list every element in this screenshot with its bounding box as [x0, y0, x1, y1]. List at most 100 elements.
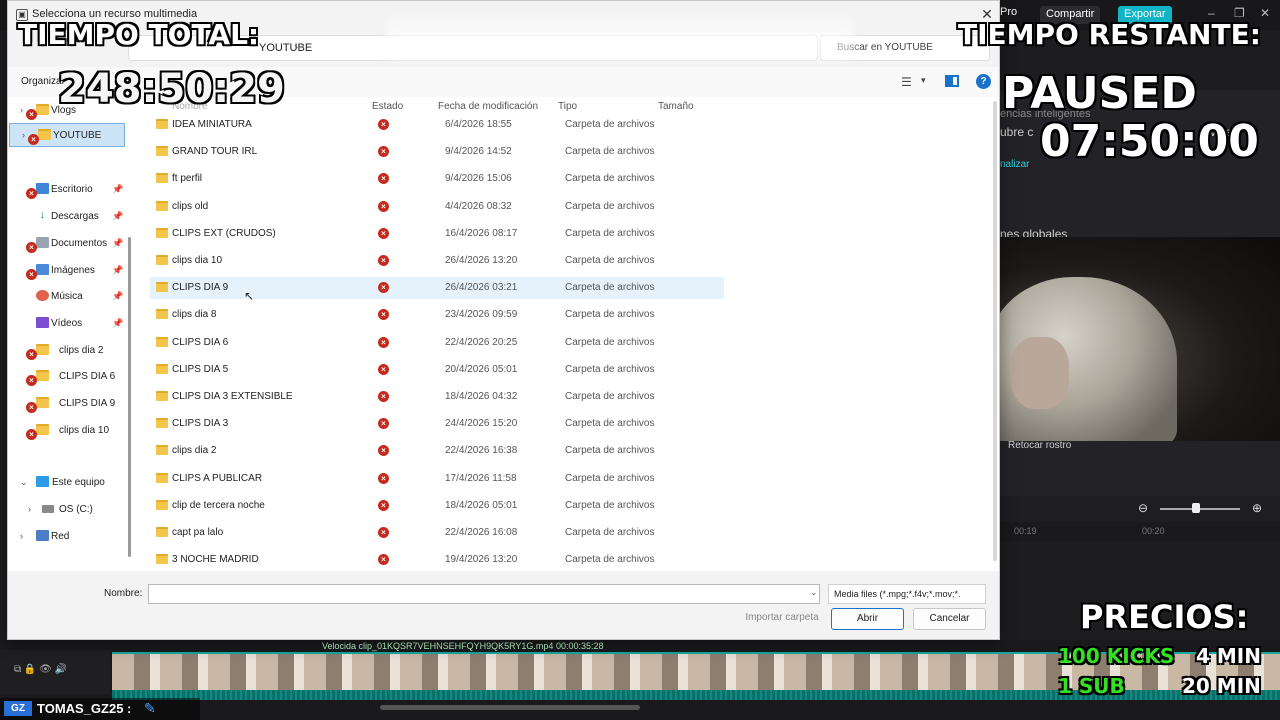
file-row[interactable]: clips dia 8 × 23/4/2026 09:59 Carpeta de ar… — [150, 304, 724, 326]
analyze-link[interactable]: nalizar — [1000, 159, 1029, 170]
file-row[interactable]: clips dia 10 × 26/4/2026 13:20 Carpeta de a… — [150, 250, 724, 272]
nav-item-documents[interactable]: × Documentos 📌 — [8, 232, 124, 256]
nav-item-clips-dia-2[interactable]: × clips dia 2 — [8, 339, 124, 363]
file-type-filter[interactable]: Media files (*.mpg;*.f4v;*.mov;*. — [828, 584, 986, 604]
chevron-down-icon[interactable]: ▾ — [921, 75, 926, 86]
file-date: 18/4/2026 04:32 — [445, 391, 518, 402]
file-row[interactable]: capt pa lalo × 22/4/2026 16:08 Carpeta de a… — [150, 522, 724, 544]
file-row[interactable]: CLIPS DIA 5 × 20/4/2026 05:01 Carpeta de ar… — [150, 359, 724, 381]
nav-item-this-pc[interactable]: ⌄ Este equipo — [8, 471, 124, 495]
zoom-slider[interactable] — [1160, 508, 1240, 510]
nav-item-label: Descargas — [51, 211, 99, 222]
sync-error-icon: × — [378, 119, 389, 130]
open-button[interactable]: Abrir — [831, 608, 904, 630]
close-icon[interactable]: ✕ — [1260, 6, 1270, 20]
total-time-value: 248:50:29 — [58, 66, 285, 112]
pin-icon[interactable]: 📌 — [112, 184, 123, 195]
file-type-filter-value: Media files (*.mpg;*.f4v;*.mov;*. — [834, 589, 961, 599]
file-row[interactable]: CLIPS EXT (CRUDOS) × 16/4/2026 08:17 Carpet… — [150, 223, 724, 245]
file-date: 26/4/2026 13:20 — [445, 255, 518, 266]
timeline-scrollbar[interactable] — [380, 705, 640, 710]
file-date: 4/4/2026 08:32 — [445, 201, 512, 212]
nav-item-label: Este equipo — [52, 477, 105, 488]
file-row[interactable]: CLIPS DIA 3 × 24/4/2026 15:20 Carpeta de ar… — [150, 413, 724, 435]
ruler-tick: 00:19 — [1014, 526, 1037, 536]
total-time-label: TIEMPO TOTAL: — [18, 18, 260, 51]
preview-pane-icon[interactable] — [945, 75, 959, 87]
file-date: 17/4/2026 11:58 — [445, 473, 517, 484]
nav-item-desktop[interactable]: × Escritorio 📌 — [8, 178, 124, 202]
nav-item-network[interactable]: › Red — [8, 525, 124, 549]
folder-icon — [36, 397, 49, 408]
zoom-in-icon[interactable]: ⊕ — [1252, 501, 1262, 515]
chevron-right-icon[interactable]: › — [20, 531, 23, 541]
file-type: Carpeta de archivos — [565, 228, 655, 239]
file-name: ft perfil — [172, 173, 203, 184]
nav-item-label: Documentos — [51, 238, 108, 249]
nav-item-downloads[interactable]: ↓ Descargas 📌 — [8, 205, 124, 229]
folder-icon — [36, 370, 49, 381]
column-size[interactable]: Tamaño — [658, 101, 694, 112]
sync-error-icon: × — [378, 554, 389, 565]
column-type[interactable]: Tipo — [558, 101, 577, 112]
file-list-scrollbar[interactable] — [993, 101, 997, 561]
track-controls-icon[interactable]: ⧉ 🔒 👁 🔊 — [14, 664, 67, 675]
nav-item-os-drive[interactable]: › OS (C:) — [8, 498, 124, 522]
cancel-button[interactable]: Cancelar — [913, 608, 986, 630]
file-row[interactable]: ft perfil × 9/4/2026 15:06 Carpeta de archi… — [150, 168, 724, 190]
chevron-right-icon[interactable]: › — [20, 105, 23, 115]
chevron-down-icon[interactable]: ⌄ — [810, 587, 818, 598]
file-row[interactable]: CLIPS DIA 6 × 22/4/2026 20:25 Carpeta de ar… — [150, 332, 724, 354]
help-icon[interactable]: ? — [976, 74, 991, 89]
chevron-right-icon[interactable]: › — [28, 504, 31, 514]
sync-error-icon: × — [378, 500, 389, 511]
nav-item-videos[interactable]: Vídeos 📌 — [8, 312, 124, 336]
column-modified[interactable]: Fecha de modificación — [438, 101, 538, 112]
nav-item-youtube[interactable]: › × YOUTUBE — [9, 123, 125, 147]
file-row[interactable]: CLIPS A PUBLICAR × 17/4/2026 11:58 Carpeta … — [150, 468, 724, 490]
nav-item-label: Imágenes — [51, 265, 95, 276]
column-status[interactable]: Estado — [372, 101, 403, 112]
file-row[interactable]: clip de tercera noche × 18/4/2026 05:01 Car… — [150, 495, 724, 517]
nav-item-label: OS (C:) — [59, 504, 93, 515]
file-row[interactable]: CLIPS DIA 3 EXTENSIBLE × 18/4/2026 04:32 Ca… — [150, 386, 724, 408]
pin-icon[interactable]: 📌 — [112, 238, 123, 249]
zoom-out-icon[interactable]: ⊖ — [1138, 501, 1148, 515]
zoom-slider-handle[interactable] — [1192, 503, 1200, 513]
sync-error-icon: × — [378, 337, 389, 348]
chevron-down-icon[interactable]: ⌄ — [20, 477, 28, 488]
view-options-icon[interactable]: ☰ — [901, 75, 912, 89]
chevron-right-icon[interactable]: › — [294, 40, 298, 54]
file-row[interactable]: clips dia 2 × 22/4/2026 16:38 Carpeta de ar… — [150, 440, 724, 462]
file-date: 23/4/2026 09:59 — [445, 309, 518, 320]
file-type: Carpeta de archivos — [565, 173, 655, 184]
nav-scrollbar[interactable] — [128, 237, 131, 557]
nav-item-clips-dia-9[interactable]: × CLIPS DIA 9 — [8, 392, 124, 416]
folder-icon — [156, 119, 168, 129]
file-row[interactable]: clips old × 4/4/2026 08:32 Carpeta de archi… — [150, 196, 724, 218]
file-name: CLIPS DIA 3 EXTENSIBLE — [172, 391, 293, 402]
pro-badge[interactable]: Pro — [1000, 6, 1017, 18]
retouch-face-label[interactable]: Retocar rostro — [1008, 440, 1071, 451]
breadcrumb[interactable]: YOUTUBE — [259, 42, 312, 54]
import-folder-button[interactable]: Importar carpeta — [736, 608, 828, 630]
file-name-input[interactable] — [148, 584, 820, 604]
pin-icon[interactable]: 📌 — [112, 211, 123, 222]
nav-item-clips-dia-6[interactable]: × CLIPS DIA 6 — [8, 365, 124, 389]
file-row[interactable]: GRAND TOUR IRL × 9/4/2026 14:52 Carpeta de … — [150, 141, 724, 163]
paused-label: PAUSED — [1002, 68, 1197, 119]
nav-item-music[interactable]: Música 📌 — [8, 285, 124, 309]
file-row[interactable]: 3 NOCHE MADRID × 19/4/2026 13:20 Carpeta de… — [150, 549, 724, 571]
pin-icon[interactable]: 📌 — [112, 318, 123, 329]
folder-icon — [156, 337, 168, 347]
chevron-right-icon[interactable]: › — [22, 130, 25, 140]
sync-error-icon: × — [378, 173, 389, 184]
file-name: 3 NOCHE MADRID — [172, 554, 259, 565]
pin-icon[interactable]: 📌 — [112, 291, 123, 302]
file-row[interactable]: CLIPS DIA 9 × 26/4/2026 03:21 Carpeta de ar… — [150, 277, 724, 299]
file-row[interactable]: IDEA MINIATURA × 6/4/2026 18:55 Carpeta de … — [150, 114, 724, 136]
pin-icon[interactable]: 📌 — [112, 265, 123, 276]
nav-item-pictures[interactable]: × Imágenes 📌 — [8, 259, 124, 283]
nav-item-clips-dia-10[interactable]: × clips dia 10 — [8, 419, 124, 443]
nav-item-label: clips dia 10 — [59, 425, 110, 436]
